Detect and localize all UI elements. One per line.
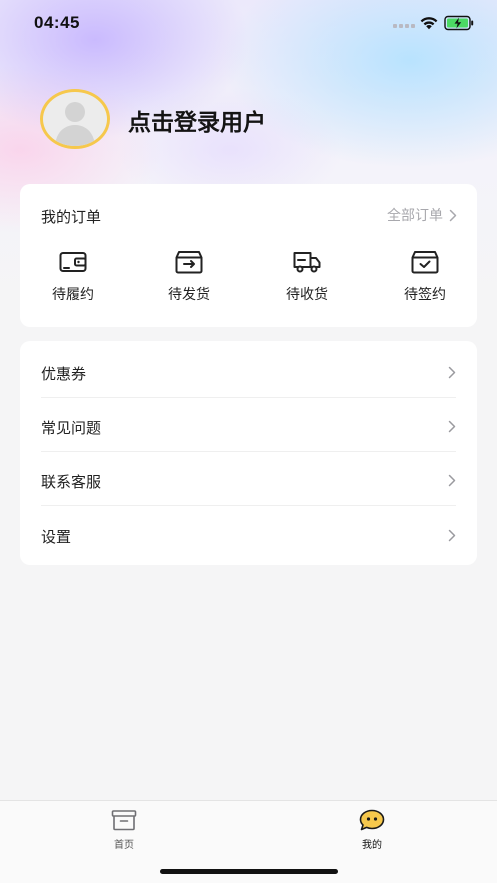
chevron-right-icon (448, 474, 456, 487)
order-status-label: 待签约 (404, 287, 446, 303)
home-indicator (160, 869, 338, 874)
tab-label: 我的 (362, 840, 382, 851)
order-status-label: 待履约 (52, 287, 94, 303)
order-status-to-receive[interactable]: 待收货 (267, 250, 347, 304)
chevron-right-icon (448, 420, 456, 433)
chevron-right-icon (448, 529, 456, 542)
status-time: 04:45 (34, 13, 80, 32)
tab-home[interactable]: 首页 (0, 801, 248, 861)
order-status-row: 待履约 待发货 待收货 待签约 (20, 250, 477, 304)
menu-item-label: 设置 (41, 528, 72, 546)
status-bar: 04:45 (0, 0, 497, 48)
menu-item-faq[interactable]: 常见问题 (41, 398, 456, 452)
outbox-icon (175, 251, 203, 274)
menu-item-label: 联系客服 (41, 473, 102, 491)
battery-icon (444, 15, 474, 31)
order-status-to-ship[interactable]: 待发货 (149, 250, 229, 304)
menu-item-label: 优惠券 (41, 365, 87, 383)
menu-item-customer-service[interactable]: 联系客服 (41, 452, 456, 506)
box-icon (111, 810, 137, 831)
settings-menu-card: 优惠券 常见问题 联系客服 设置 (20, 341, 477, 565)
tab-mine[interactable]: 我的 (248, 801, 496, 861)
tab-label: 首页 (114, 840, 134, 851)
cellular-signal-icon (393, 22, 415, 28)
avatar[interactable] (40, 89, 110, 149)
my-orders-card: 我的订单 全部订单 待履约 待发货 待收货 待签约 (20, 184, 477, 327)
orders-title: 我的订单 (41, 208, 102, 226)
default-avatar-icon (55, 102, 95, 146)
login-prompt[interactable]: 点击登录用户 (128, 103, 266, 137)
wallet-icon (59, 252, 87, 272)
order-status-to-sign[interactable]: 待签约 (385, 250, 465, 304)
all-orders-label: 全部订单 (387, 208, 443, 224)
inbox-check-icon (411, 251, 439, 274)
order-status-label: 待收货 (286, 287, 328, 303)
order-status-pending-fulfillment[interactable]: 待履约 (33, 250, 113, 304)
all-orders-link[interactable]: 全部订单 (387, 204, 457, 226)
chevron-right-icon (448, 366, 456, 379)
order-status-label: 待发货 (168, 287, 210, 303)
truck-icon (293, 252, 321, 273)
chevron-right-icon (449, 209, 457, 221)
menu-item-settings[interactable]: 设置 (41, 507, 456, 561)
wifi-icon (420, 17, 438, 30)
menu-item-label: 常见问题 (41, 419, 102, 437)
chat-face-icon (359, 809, 385, 831)
menu-item-coupons[interactable]: 优惠券 (41, 344, 456, 398)
